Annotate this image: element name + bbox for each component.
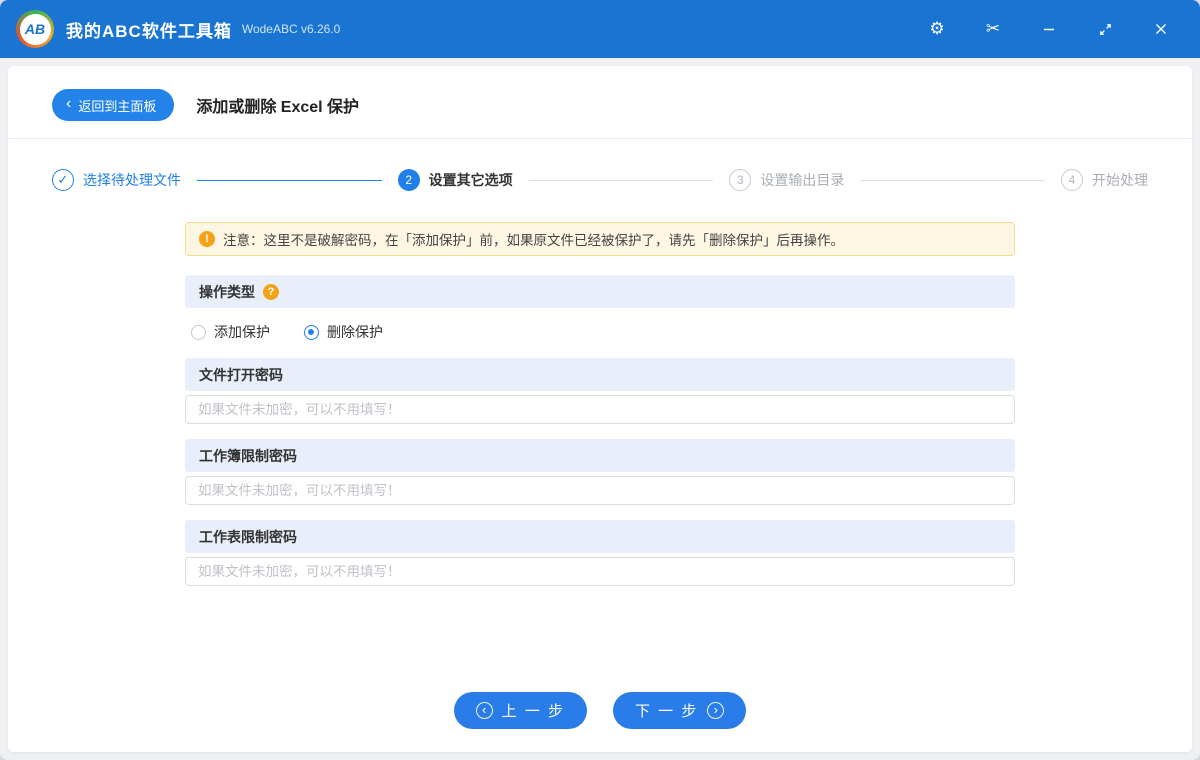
radio-add-label: 添加保护	[214, 322, 270, 342]
worksheet-password-input[interactable]	[185, 557, 1015, 586]
next-step-button[interactable]: 下 一 步 ›	[613, 692, 746, 729]
prev-step-button[interactable]: ‹ 上 一 步	[454, 692, 587, 729]
back-button-label: 返回到主面板	[78, 96, 156, 115]
app-window: AB 我的ABC软件工具箱 WodeABC v6.26.0 ⚙ ✂ ‹ 返回到主…	[0, 0, 1200, 760]
open-password-label: 文件打开密码	[185, 358, 1015, 391]
field-workbook-password: 工作簿限制密码	[185, 439, 1015, 505]
form-content: ! 注意：这里不是破解密码，在「添加保护」前，如果原文件已经被保护了，请先「删除…	[185, 222, 1015, 692]
warning-icon: !	[199, 231, 215, 247]
close-button[interactable]	[1144, 12, 1178, 46]
scissors-icon[interactable]: ✂	[976, 12, 1010, 46]
next-step-label: 下 一 步	[635, 700, 698, 721]
step-connector	[860, 180, 1045, 181]
field-open-password: 文件打开密码	[185, 358, 1015, 424]
worksheet-password-label: 工作表限制密码	[185, 520, 1015, 553]
workbook-password-input[interactable]	[185, 476, 1015, 505]
radio-add-protection[interactable]: 添加保护	[191, 322, 270, 342]
operation-type-label: 操作类型	[199, 282, 255, 302]
step-2: 2 设置其它选项	[398, 169, 513, 191]
step-2-label: 设置其它选项	[429, 170, 513, 190]
radio-unchecked-icon	[191, 325, 206, 340]
prev-arrow-icon: ‹	[476, 702, 493, 719]
resize-button[interactable]	[1088, 12, 1122, 46]
step-2-number: 2	[398, 169, 420, 191]
field-worksheet-password: 工作表限制密码	[185, 520, 1015, 586]
step-1-label: 选择待处理文件	[83, 170, 181, 190]
page-title: 添加或删除 Excel 保护	[196, 93, 359, 117]
step-1: ✓ 选择待处理文件	[52, 169, 181, 191]
step-1-check-icon: ✓	[52, 169, 74, 191]
notice-banner: ! 注意：这里不是破解密码，在「添加保护」前，如果原文件已经被保护了，请先「删除…	[185, 222, 1015, 256]
step-4-label: 开始处理	[1092, 170, 1148, 190]
next-arrow-icon: ›	[707, 702, 724, 719]
page-header: ‹ 返回到主面板 添加或删除 Excel 保护	[8, 66, 1192, 139]
workbook-password-label: 工作簿限制密码	[185, 439, 1015, 472]
step-3-number: 3	[729, 169, 751, 191]
open-password-input[interactable]	[185, 395, 1015, 424]
help-icon[interactable]: ?	[263, 284, 279, 300]
operation-type-section: 操作类型 ?	[185, 275, 1015, 308]
titlebar: AB 我的ABC软件工具箱 WodeABC v6.26.0 ⚙ ✂	[0, 0, 1200, 58]
step-4: 4 开始处理	[1061, 169, 1148, 191]
step-3-label: 设置输出目录	[760, 170, 844, 190]
settings-gear-icon[interactable]: ⚙	[920, 12, 954, 46]
app-logo: AB	[16, 10, 54, 48]
wizard-footer: ‹ 上 一 步 下 一 步 ›	[8, 692, 1192, 752]
step-connector	[197, 180, 382, 181]
radio-remove-protection[interactable]: 删除保护	[304, 322, 383, 342]
step-4-number: 4	[1061, 169, 1083, 191]
back-to-dashboard-button[interactable]: ‹ 返回到主面板	[52, 89, 174, 121]
app-title: 我的ABC软件工具箱	[66, 17, 232, 42]
prev-step-label: 上 一 步	[502, 700, 565, 721]
chevron-left-icon: ‹	[66, 96, 71, 112]
step-connector	[529, 180, 714, 181]
step-3: 3 设置输出目录	[729, 169, 844, 191]
minimize-button[interactable]	[1032, 12, 1066, 46]
notice-text: 注意：这里不是破解密码，在「添加保护」前，如果原文件已经被保护了，请先「删除保护…	[223, 229, 844, 249]
main-card: ‹ 返回到主面板 添加或删除 Excel 保护 ✓ 选择待处理文件 2 设置其它…	[8, 66, 1192, 752]
app-version: WodeABC v6.26.0	[242, 22, 341, 36]
app-logo-text: AB	[20, 14, 51, 45]
radio-remove-label: 删除保护	[327, 322, 383, 342]
step-progress: ✓ 选择待处理文件 2 设置其它选项 3 设置输出目录 4 开始处理	[8, 139, 1192, 197]
radio-checked-icon	[304, 325, 319, 340]
operation-type-options: 添加保护 删除保护	[185, 308, 1015, 358]
